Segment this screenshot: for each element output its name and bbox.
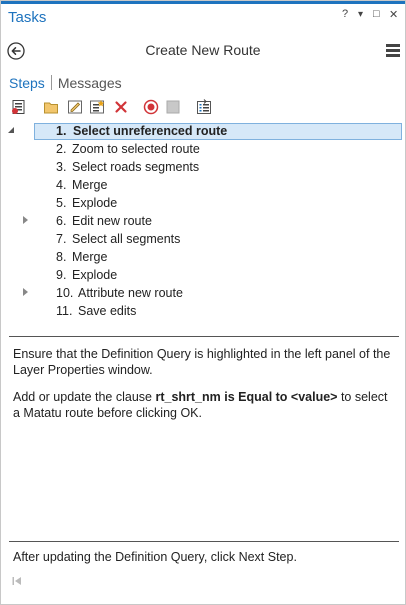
- step-label: Merge: [72, 178, 108, 192]
- step-footer-text: After updating the Definition Query, cli…: [13, 550, 297, 564]
- step-number: 8.: [56, 250, 67, 264]
- tasks-pane: Tasks ? ▾ □ ✕ Create New Route Steps Mess…: [0, 0, 406, 605]
- step-label: Select unreferenced route: [73, 124, 228, 138]
- tab-steps[interactable]: Steps: [9, 75, 45, 91]
- step-label: Select all segments: [72, 232, 181, 246]
- instructions-divider-top: [9, 336, 399, 337]
- step-item-9[interactable]: 9. Explode: [1, 267, 405, 285]
- step-number: 5.: [56, 196, 67, 210]
- step-item-4[interactable]: 4. Merge: [1, 177, 405, 195]
- instructions-divider-bottom: [9, 541, 399, 542]
- step-list-icon[interactable]: [196, 99, 212, 115]
- close-button[interactable]: ✕: [389, 8, 398, 21]
- step-number: 3.: [56, 160, 67, 174]
- tab-messages[interactable]: Messages: [58, 75, 122, 91]
- help-button[interactable]: ?: [342, 8, 348, 20]
- task-title: Create New Route: [145, 42, 261, 58]
- instruction-text: Add or update the clause: [13, 390, 156, 404]
- step-label: Explode: [72, 268, 118, 282]
- step-item-7[interactable]: 7. Select all segments: [1, 231, 405, 249]
- first-step-icon[interactable]: [12, 576, 22, 586]
- delete-icon[interactable]: [113, 99, 129, 115]
- edit-step-icon[interactable]: [67, 99, 83, 115]
- step-item-3[interactable]: 3. Select roads segments: [1, 159, 405, 177]
- step-number: 2.: [56, 142, 67, 156]
- step-number: 11.: [56, 304, 73, 318]
- task-header: Create New Route: [1, 37, 405, 65]
- tab-strip: Steps Messages: [9, 75, 122, 91]
- restore-button[interactable]: □: [373, 8, 380, 20]
- expand-arrow-icon[interactable]: [23, 216, 28, 224]
- step-instructions: Ensure that the Definition Query is high…: [13, 347, 393, 433]
- step-label: Save edits: [78, 304, 137, 318]
- step-label: Attribute new route: [78, 286, 183, 300]
- insert-step-icon[interactable]: [89, 99, 105, 115]
- collapse-arrow-icon[interactable]: [8, 127, 14, 133]
- instruction-paragraph: Add or update the clause rt_shrt_nm is E…: [13, 390, 393, 421]
- step-label: Edit new route: [72, 214, 152, 228]
- step-item-6[interactable]: 6. Edit new route: [1, 213, 405, 231]
- step-item-5[interactable]: 5. Explode: [1, 195, 405, 213]
- step-number: 6.: [56, 214, 67, 228]
- step-number: 4.: [56, 178, 67, 192]
- task-properties-icon[interactable]: [11, 99, 27, 115]
- pane-titlebar: Tasks ? ▾ □ ✕: [1, 1, 405, 31]
- hamburger-menu-icon[interactable]: [386, 44, 400, 58]
- step-label: Merge: [72, 250, 108, 264]
- step-item-2[interactable]: 2. Zoom to selected route: [1, 141, 405, 159]
- step-item-11[interactable]: 11. Save edits: [1, 303, 405, 321]
- record-icon[interactable]: [143, 99, 159, 115]
- step-item-8[interactable]: 8. Merge: [1, 249, 405, 267]
- step-label: Select roads segments: [72, 160, 200, 174]
- open-folder-icon[interactable]: [43, 99, 59, 115]
- step-label: Zoom to selected route: [72, 142, 200, 156]
- pane-options-dropdown[interactable]: ▾: [358, 9, 363, 20]
- step-number: 10.: [56, 286, 74, 300]
- step-item-1[interactable]: 1. Select unreferenced route: [1, 123, 405, 141]
- step-label: Explode: [72, 196, 118, 210]
- step-number: 1.: [56, 124, 67, 138]
- tab-separator: [50, 75, 52, 90]
- step-item-10[interactable]: 10. Attribute new route: [1, 285, 405, 303]
- step-number: 7.: [56, 232, 67, 246]
- instruction-paragraph: Ensure that the Definition Query is high…: [13, 347, 391, 377]
- step-number: 9.: [56, 268, 67, 282]
- expand-arrow-icon[interactable]: [23, 288, 28, 296]
- instruction-clause: rt_shrt_nm is Equal to <value>: [155, 390, 338, 404]
- pane-title: Tasks: [8, 9, 47, 26]
- stop-icon[interactable]: [165, 99, 181, 115]
